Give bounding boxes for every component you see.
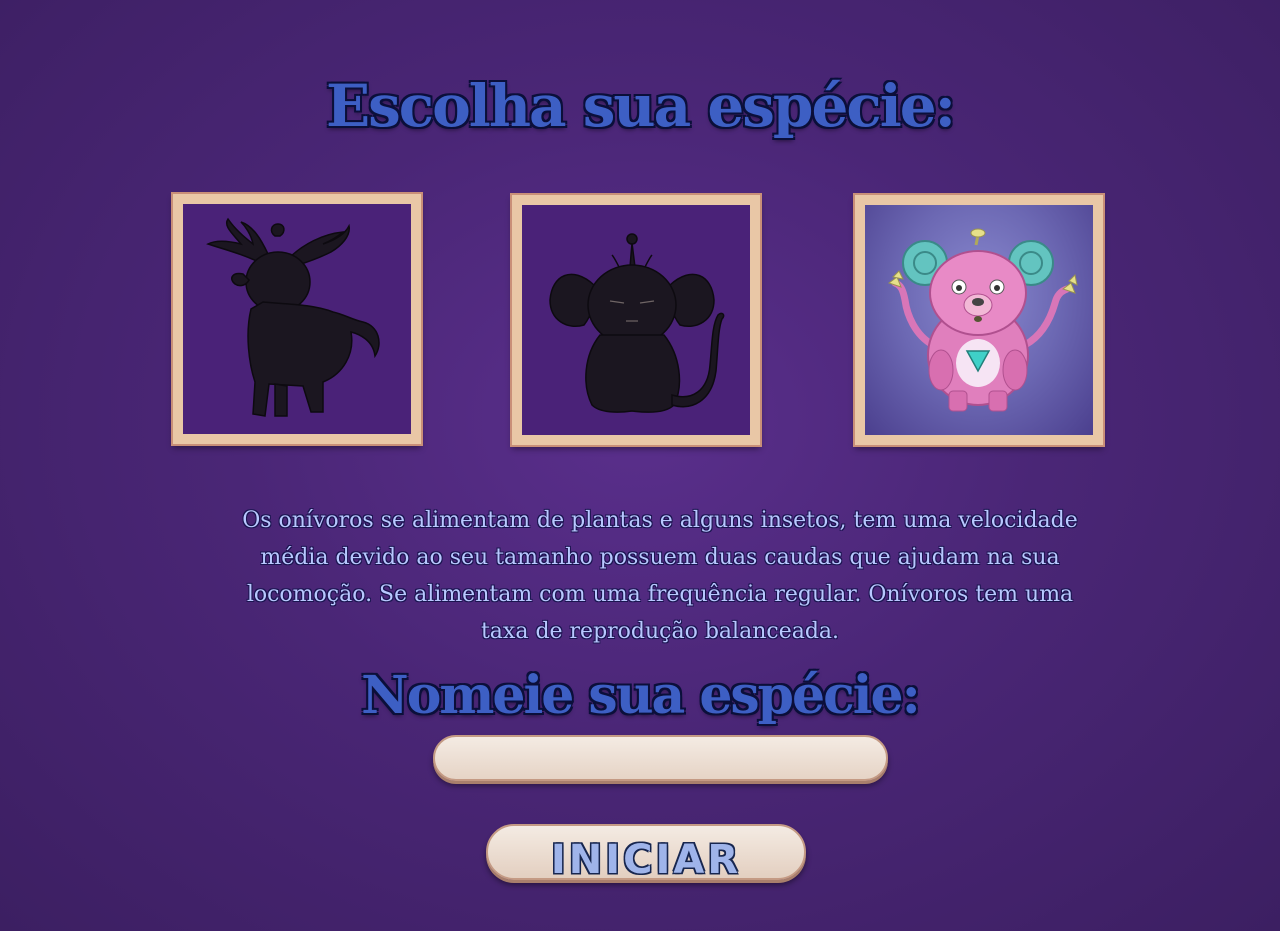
big-eared-creature-silhouette-icon [549,233,725,413]
species-card-herbivore[interactable] [173,194,421,444]
horned-beast-silhouette-icon [206,217,380,417]
choose-species-title: Escolha sua espécie: [325,72,956,140]
start-button[interactable]: INICIAR [486,824,806,883]
species-card-omnivore[interactable] [855,195,1103,445]
species-card-carnivore[interactable] [512,195,760,445]
species-name-input[interactable] [433,735,888,781]
start-button-label: INICIAR [550,837,742,883]
species-description: Os onívoros se alimentam de plantas e al… [242,508,1078,644]
name-species-title: Nomeie sua espécie: [361,665,921,726]
pink-omnivore-creature-icon [887,228,1078,412]
